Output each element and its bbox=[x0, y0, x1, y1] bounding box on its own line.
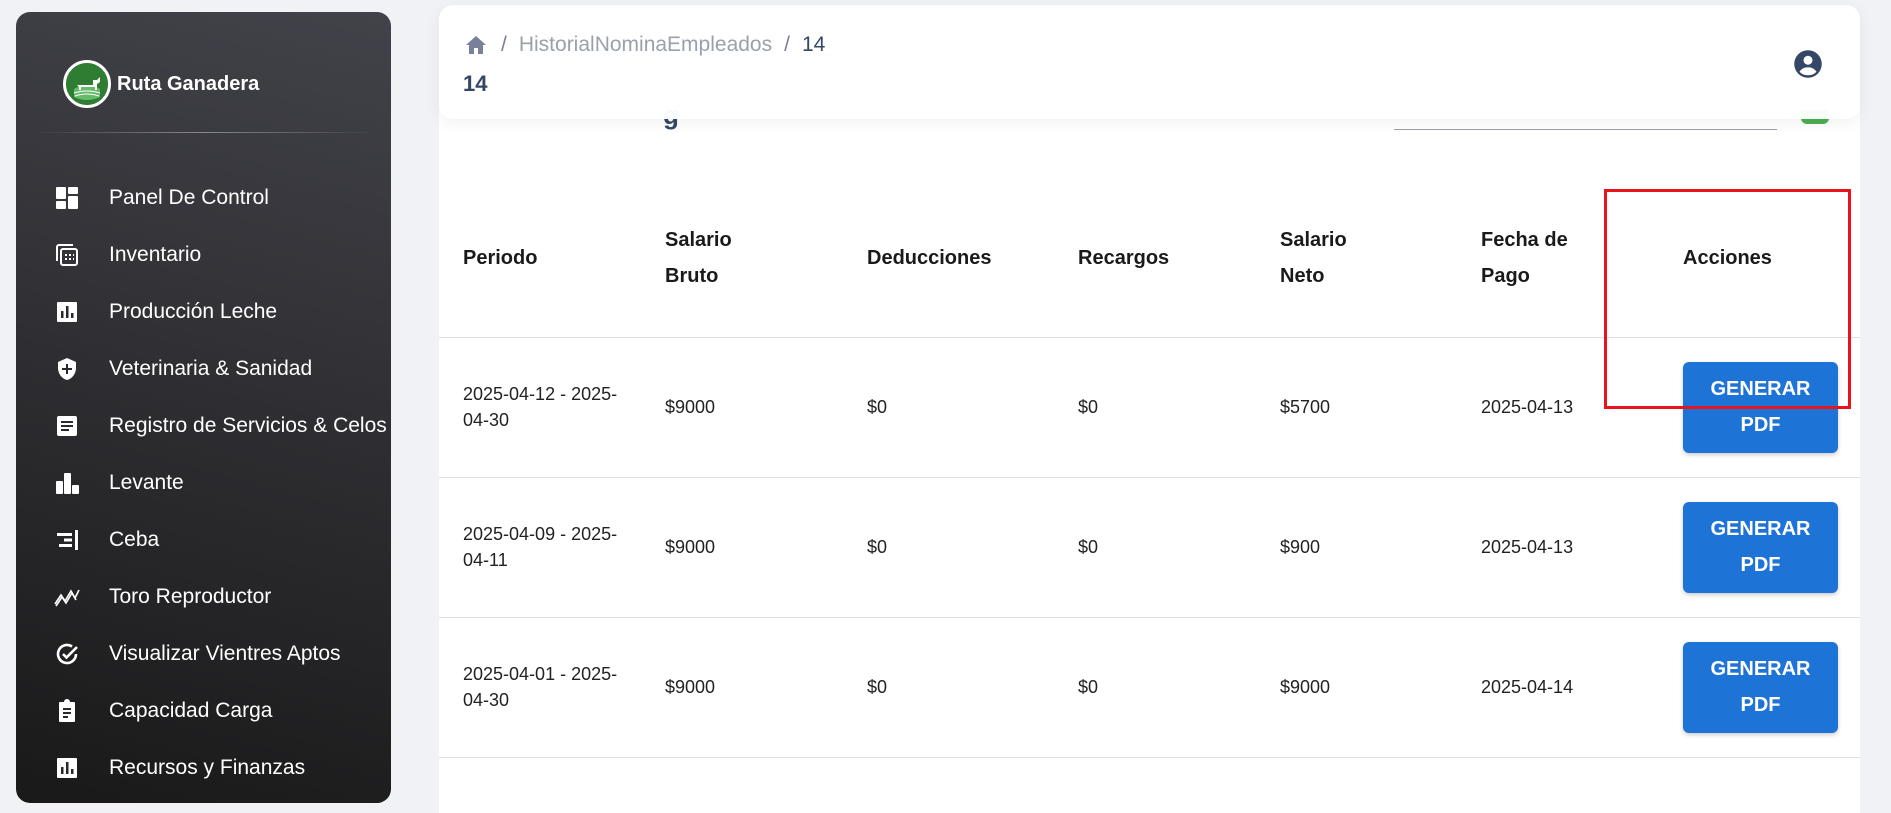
sidebar-item-vientres-aptos[interactable]: Visualizar Vientres Aptos bbox=[16, 625, 391, 682]
column-header-label: Salario Neto bbox=[1280, 229, 1347, 288]
cell-periodo: 2025-04-01 - 2025-04-30 bbox=[439, 617, 641, 758]
sidebar-item-levante[interactable]: Levante bbox=[16, 454, 391, 511]
brand-name: Ruta Ganadera bbox=[117, 72, 260, 95]
cell-fecha-pago: 2025-04-13 bbox=[1457, 337, 1659, 478]
check-circle-icon bbox=[54, 641, 80, 667]
bar-chart-icon bbox=[54, 299, 80, 325]
column-header-fecha-pago: Fecha de Pago bbox=[1457, 180, 1659, 338]
sidebar-item-inventario[interactable]: Inventario bbox=[16, 226, 391, 283]
cell-salario-neto: $9000 bbox=[1256, 617, 1457, 758]
column-header-deducciones: Deducciones bbox=[843, 180, 1054, 338]
periodo-value: 2025-04-09 - 2025-04-11 bbox=[463, 524, 618, 570]
table-row: 2025-04-01 - 2025-04-30 $9000 $0 $0 $900… bbox=[439, 617, 1860, 758]
cell-recargos: $0 bbox=[1054, 477, 1256, 618]
dashboard-icon bbox=[54, 185, 80, 211]
sidebar-item-veterinaria-sanidad[interactable]: Veterinaria & Sanidad bbox=[16, 340, 391, 397]
column-header-salario-neto: Salario Neto bbox=[1256, 180, 1457, 338]
sidebar-item-registro-servicios[interactable]: Registro de Servicios & Celos bbox=[16, 397, 391, 454]
cell-periodo: 2025-04-09 - 2025-04-11 bbox=[439, 477, 641, 618]
sidebar-item-label: Panel De Control bbox=[109, 185, 269, 209]
column-header-periodo: Periodo bbox=[439, 180, 641, 338]
sidebar-item-recursos-finanzas[interactable]: Recursos y Finanzas bbox=[16, 739, 391, 796]
sidebar-nav: Panel De Control Inventario Producción L… bbox=[16, 169, 391, 796]
generar-pdf-button[interactable]: GENERAR PDF bbox=[1683, 361, 1838, 453]
sidebar-item-toro-reproductor[interactable]: Toro Reproductor bbox=[16, 568, 391, 625]
cell-recargos: $0 bbox=[1054, 617, 1256, 758]
sidebar-item-label: Registro de Servicios & Celos bbox=[109, 413, 387, 437]
sidebar-item-label: Ceba bbox=[109, 527, 160, 551]
sidebar-item-label: Veterinaria & Sanidad bbox=[109, 356, 313, 380]
sidebar-item-capacidad-carga[interactable]: Capacidad Carga bbox=[16, 682, 391, 739]
cell-periodo: 2025-04-12 - 2025-04-30 bbox=[439, 337, 641, 478]
periodo-value: 2025-04-12 - 2025-04-30 bbox=[463, 384, 618, 430]
top-navbar: / HistorialNominaEmpleados / 14 14 bbox=[439, 5, 1860, 119]
cell-deducciones: $0 bbox=[843, 477, 1054, 618]
sidebar-item-label: Levante bbox=[109, 470, 184, 494]
nomina-card: g Periodo Salario Bruto Deducciones Reca… bbox=[439, 60, 1860, 813]
table-header-row: Periodo Salario Bruto Deducciones Recarg… bbox=[439, 180, 1860, 338]
breadcrumb-separator: / bbox=[784, 33, 790, 56]
breadcrumb-separator: / bbox=[501, 33, 507, 56]
nomina-table: Periodo Salario Bruto Deducciones Recarg… bbox=[439, 180, 1860, 758]
search-input[interactable] bbox=[1394, 129, 1777, 130]
clipboard-icon bbox=[54, 698, 80, 724]
generar-pdf-button[interactable]: GENERAR PDF bbox=[1683, 641, 1838, 733]
generar-pdf-button[interactable]: GENERAR PDF bbox=[1683, 501, 1838, 593]
column-header-acciones: Acciones bbox=[1659, 180, 1860, 338]
breadcrumb: / HistorialNominaEmpleados / 14 bbox=[465, 33, 825, 57]
cell-fecha-pago: 2025-04-14 bbox=[1457, 617, 1659, 758]
sidebar: Ruta Ganadera Panel De Control Inventari… bbox=[16, 12, 391, 803]
cow-logo-icon bbox=[63, 60, 111, 108]
cell-deducciones: $0 bbox=[843, 337, 1054, 478]
table-row: 2025-04-09 - 2025-04-11 $9000 $0 $0 $900… bbox=[439, 477, 1860, 618]
sidebar-item-label: Recursos y Finanzas bbox=[109, 755, 306, 779]
cell-salario-bruto: $9000 bbox=[641, 477, 843, 618]
cell-deducciones: $0 bbox=[843, 617, 1054, 758]
inventory-icon bbox=[54, 242, 80, 268]
cell-acciones: GENERAR PDF bbox=[1659, 337, 1860, 478]
table-row: 2025-04-12 - 2025-04-30 $9000 $0 $0 $570… bbox=[439, 337, 1860, 478]
cell-fecha-pago: 2025-04-13 bbox=[1457, 477, 1659, 618]
cell-acciones: GENERAR PDF bbox=[1659, 477, 1860, 618]
column-header-label: Fecha de Pago bbox=[1481, 229, 1568, 288]
trend-line-icon bbox=[54, 584, 80, 610]
page-title: 14 bbox=[463, 71, 488, 96]
finance-chart-icon bbox=[54, 755, 80, 781]
health-shield-icon bbox=[54, 356, 80, 382]
sidebar-item-label: Visualizar Vientres Aptos bbox=[109, 641, 341, 665]
column-header-recargos: Recargos bbox=[1054, 180, 1256, 338]
account-circle-icon[interactable] bbox=[1793, 49, 1823, 79]
sidebar-item-label: Capacidad Carga bbox=[109, 698, 273, 722]
column-header-label: Salario Bruto bbox=[665, 229, 732, 288]
sidebar-item-panel-de-control[interactable]: Panel De Control bbox=[16, 169, 391, 226]
sidebar-item-produccion-leche[interactable]: Producción Leche bbox=[16, 283, 391, 340]
cell-salario-bruto: $9000 bbox=[641, 337, 843, 478]
column-header-salario-bruto: Salario Bruto bbox=[641, 180, 843, 338]
periodo-value: 2025-04-01 - 2025-04-30 bbox=[463, 664, 618, 710]
sidebar-item-label: Toro Reproductor bbox=[109, 584, 272, 608]
align-right-icon bbox=[54, 527, 80, 553]
cell-salario-neto: $5700 bbox=[1256, 337, 1457, 478]
cell-recargos: $0 bbox=[1054, 337, 1256, 478]
sidebar-item-label: Producción Leche bbox=[109, 299, 278, 323]
breadcrumb-current: 14 bbox=[801, 33, 826, 56]
document-icon bbox=[54, 413, 80, 439]
cell-salario-neto: $900 bbox=[1256, 477, 1457, 618]
breadcrumb-link[interactable]: HistorialNominaEmpleados bbox=[519, 33, 772, 57]
sidebar-item-label: Inventario bbox=[109, 242, 202, 266]
leaderboard-icon bbox=[54, 470, 80, 496]
cell-salario-bruto: $9000 bbox=[641, 617, 843, 758]
sidebar-divider bbox=[32, 132, 375, 133]
home-icon[interactable] bbox=[465, 33, 489, 57]
brand[interactable]: Ruta Ganadera bbox=[63, 60, 259, 108]
sidebar-item-ceba[interactable]: Ceba bbox=[16, 511, 391, 568]
cell-acciones: GENERAR PDF bbox=[1659, 617, 1860, 758]
